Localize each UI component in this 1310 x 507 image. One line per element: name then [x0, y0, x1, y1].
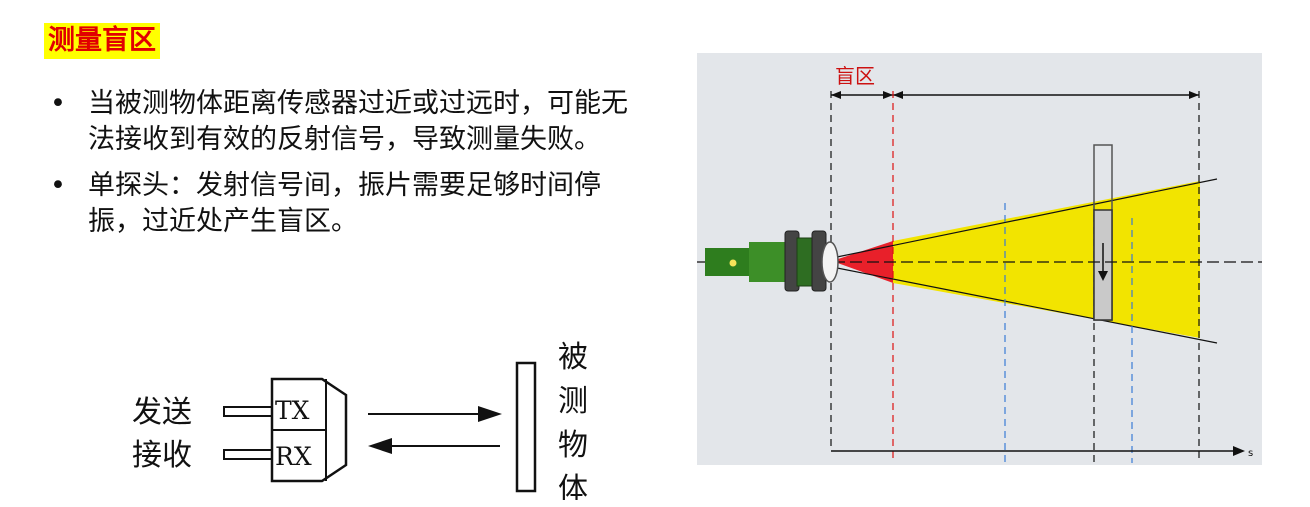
rx-lead [223, 449, 273, 460]
sensor-cable [705, 248, 749, 276]
bullet-dot-icon: • [50, 170, 66, 201]
sensor-led-icon [729, 259, 737, 267]
transmit-arrowhead-icon [478, 406, 502, 422]
tx-label: TX [275, 396, 310, 425]
receive-label: 接收 [132, 438, 192, 473]
bullet-dot-icon: • [50, 88, 66, 119]
sensor-face [821, 241, 839, 283]
transducer-schematic: 发送 接收 TX RX 被 测 物 体 [132, 340, 588, 500]
target-object [515, 361, 537, 493]
rx-label: RX [275, 442, 312, 471]
blind-zone-figure: 盲区 s [697, 53, 1262, 465]
bullet-text: 单探头：发射信号间，振片需要足够时间停振，过近处产生盲区。 [88, 170, 601, 237]
page-title: 测量盲区 [44, 23, 160, 59]
axis-label: s [1248, 448, 1253, 459]
object-label-char: 物 [558, 428, 588, 463]
bullet-list: • 当被测物体距离传感器过近或过远时，可能无法接收到有效的反射信号，导致测量失败… [48, 86, 628, 250]
echo-arrowhead-icon [368, 438, 392, 454]
blind-zone-label: 盲区 [835, 64, 875, 88]
object-label-char: 体 [558, 472, 588, 500]
tx-lead [223, 406, 273, 417]
object-label-char: 测 [558, 384, 588, 419]
bullet-item: • 单探头：发射信号间，振片需要足够时间停振，过近处产生盲区。 [48, 168, 628, 240]
bullet-item: • 当被测物体距离传感器过近或过远时，可能无法接收到有效的反射信号，导致测量失败… [48, 86, 628, 158]
sensor-body [749, 242, 787, 282]
send-label: 发送 [132, 395, 192, 430]
object-label-char: 被 [558, 340, 588, 375]
bullet-text: 当被测物体距离传感器过近或过远时，可能无法接收到有效的反射信号，导致测量失败。 [88, 88, 628, 155]
